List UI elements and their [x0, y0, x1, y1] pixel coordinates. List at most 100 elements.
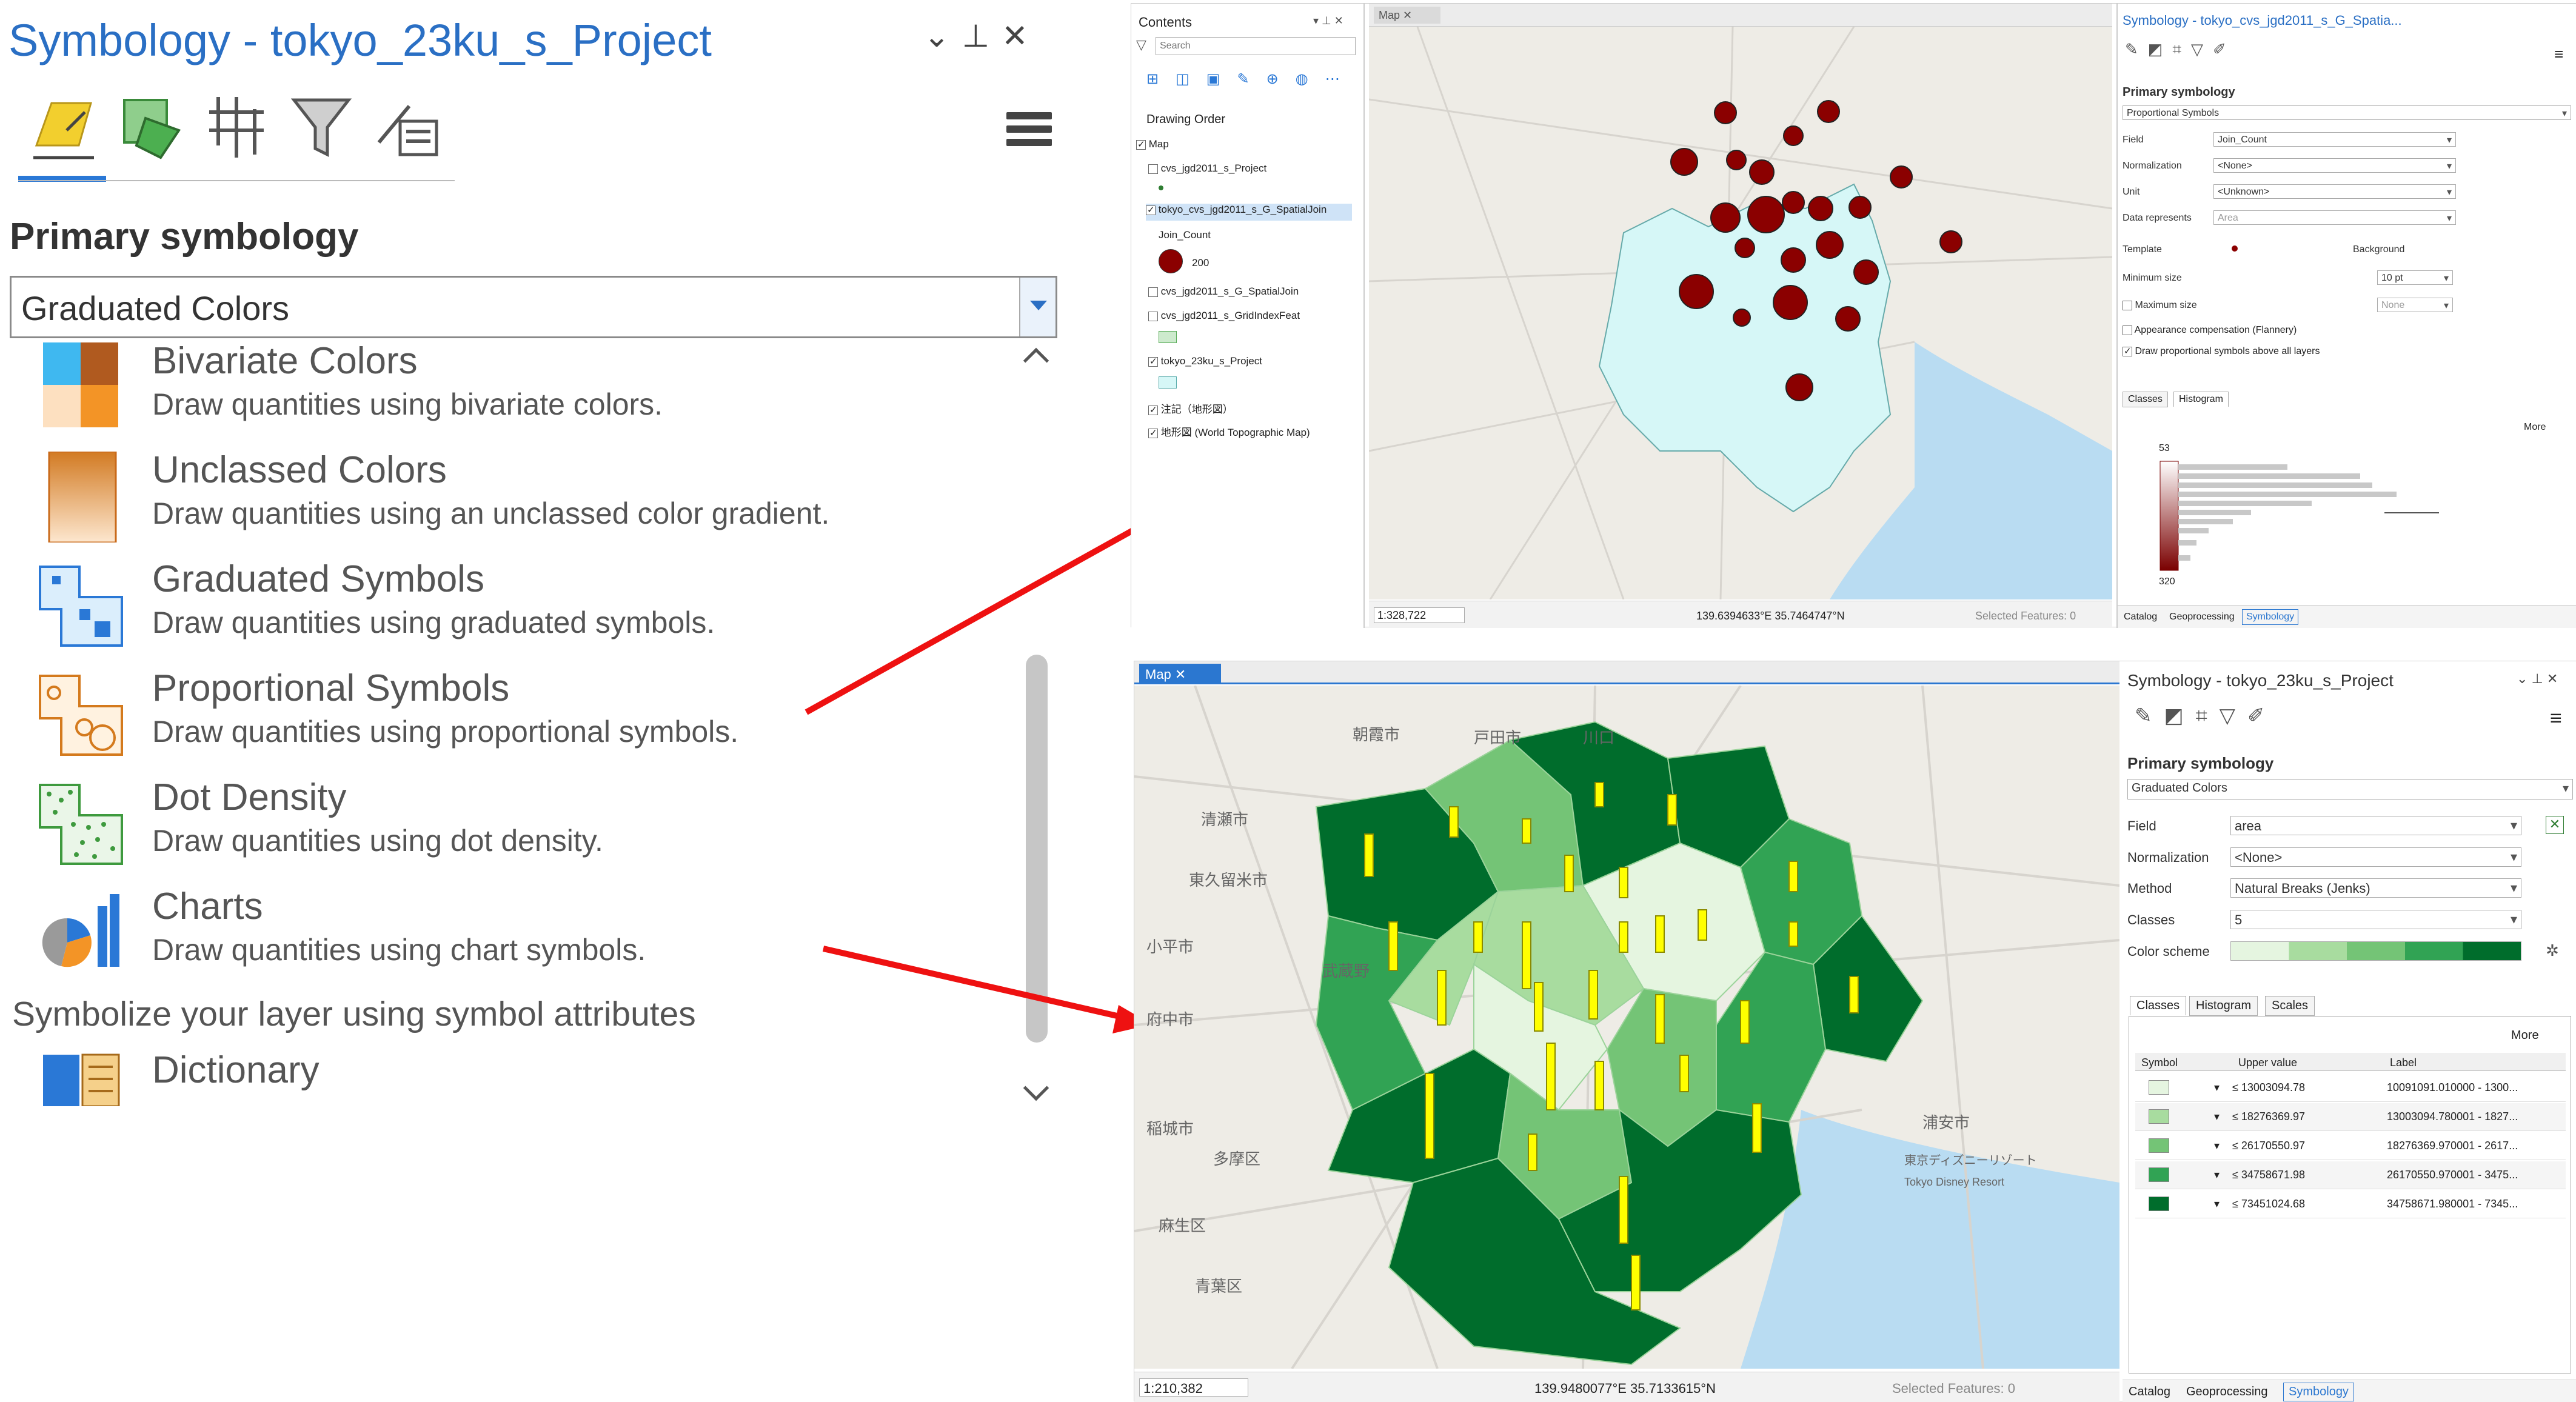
template-symbol[interactable]	[2232, 245, 2238, 252]
field-dropdown[interactable]: Join_Count	[2213, 132, 2456, 147]
menu-icon[interactable]: ≡	[2554, 45, 2563, 64]
scale-input[interactable]: 1:328,722	[1374, 607, 1465, 623]
classes-dropdown[interactable]: 5	[2230, 910, 2521, 929]
class-label[interactable]: 13003094.780001 - 1827...	[2387, 1110, 2518, 1123]
max-size-input[interactable]: None	[2377, 298, 2453, 312]
class-row[interactable]: ▾ ≤ 26170550.97 18276369.970001 - 2617...	[2135, 1132, 2566, 1160]
normalization-dropdown[interactable]: <None>	[2230, 847, 2521, 867]
primary-symbology-tab-icon[interactable]	[24, 88, 103, 167]
menu-icon[interactable]	[1006, 112, 1052, 155]
footer-tab-catalog[interactable]: Catalog	[2124, 612, 2157, 623]
dropdown-arrow-icon[interactable]	[1019, 278, 1055, 336]
map-view-bottom[interactable]: Map ✕ 朝霞市 戸田市 川口 清瀬市 東久留米市 小平市 武蔵野 府中市 稲…	[1134, 661, 2119, 1402]
field-dropdown[interactable]: area	[2230, 816, 2521, 835]
upper-value[interactable]: 34758671.98	[2241, 1169, 2305, 1181]
pane-controls[interactable]: ▾ ⊥ ✕	[1313, 15, 1343, 27]
list-item-bivariate-colors[interactable]: Bivariate Colors Draw quantities using b…	[10, 339, 1004, 449]
class-label[interactable]: 26170550.970001 - 3475...	[2387, 1169, 2518, 1181]
gear-icon[interactable]: ✲	[2546, 941, 2559, 960]
yellow-bar	[1522, 818, 1531, 844]
scale-input[interactable]: 1:210,382	[1139, 1378, 1248, 1397]
layer-spatialjoin[interactable]: cvs_jgd2011_s_G_SpatialJoin	[1148, 285, 1299, 298]
upper-value[interactable]: 26170550.97	[2241, 1140, 2305, 1152]
close-icon[interactable]: ✕	[997, 18, 1033, 55]
upper-value[interactable]: 13003094.78	[2241, 1081, 2305, 1093]
col-symbol[interactable]: Symbol	[2141, 1057, 2178, 1069]
method-dropdown[interactable]: Natural Breaks (Jenks)	[2230, 878, 2521, 898]
layer-map[interactable]: Map	[1136, 138, 1169, 150]
class-row[interactable]: ▾ ≤ 18276369.97 13003094.780001 - 1827...	[2135, 1103, 2566, 1131]
class-label[interactable]: 10091091.010000 - 1300...	[2387, 1081, 2518, 1094]
class-label[interactable]: 18276369.970001 - 2617...	[2387, 1140, 2518, 1152]
class-symbol-swatch[interactable]	[2149, 1109, 2169, 1124]
footer-tab-geoprocessing[interactable]: Geoprocessing	[2169, 612, 2235, 623]
symbology-type-dropdown[interactable]: Proportional Symbols	[2123, 105, 2571, 120]
class-row[interactable]: ▾ ≤ 73451024.68 34758671.980001 - 7345...	[2135, 1190, 2566, 1218]
min-size-input[interactable]: 10 pt	[2377, 270, 2453, 285]
map-tab[interactable]: Map ✕	[1139, 664, 1221, 684]
pane-controls[interactable]: ⌄ ⊥ ✕	[2517, 671, 2558, 687]
symbology-type-dropdown[interactable]: Graduated Colors	[2127, 779, 2573, 799]
class-symbol-swatch[interactable]	[2149, 1197, 2169, 1211]
class-symbol-swatch[interactable]	[2149, 1167, 2169, 1182]
tab-classes[interactable]: Classes	[2123, 392, 2168, 407]
dot-density-icon	[37, 779, 125, 870]
dropdown-value: Graduated Colors	[21, 289, 290, 327]
pin-icon[interactable]: ⊥	[957, 18, 994, 55]
item-name: Dictionary	[152, 1049, 319, 1091]
class-symbol-swatch[interactable]	[2149, 1138, 2169, 1153]
upper-value[interactable]: 73451024.68	[2241, 1198, 2305, 1210]
layer-tokyo-project[interactable]: tokyo_23ku_s_Project	[1148, 355, 1262, 367]
svg-text:稲城市: 稲城市	[1146, 1120, 1194, 1138]
tab-histogram[interactable]: Histogram	[2189, 996, 2258, 1016]
contents-toolbar[interactable]: ⊞◫▣✎⊕◍⋯	[1146, 70, 1357, 88]
chevron-down-icon[interactable]: ⌄	[918, 18, 955, 55]
map-tab[interactable]: Map ✕	[1374, 7, 1440, 24]
data-represents-dropdown[interactable]: Area	[2213, 210, 2456, 225]
layer-cvs-project[interactable]: cvs_jgd2011_s_Project	[1148, 162, 1266, 175]
class-symbol-swatch[interactable]	[2149, 1080, 2169, 1095]
symbol-layer-drawing-tab-icon[interactable]	[197, 88, 276, 167]
yellow-bar	[1667, 794, 1677, 826]
unit-dropdown[interactable]: <Unknown>	[2213, 184, 2456, 199]
layer-annotation[interactable]: 注記（地形図）	[1148, 401, 1233, 416]
vary-symbology-tab-icon[interactable]	[112, 88, 191, 167]
class-row[interactable]: ▾ ≤ 34758671.98 26170550.970001 - 3475...	[2135, 1161, 2566, 1189]
color-scheme-dropdown[interactable]	[2230, 941, 2521, 961]
col-upper-value[interactable]: Upper value	[2238, 1057, 2297, 1069]
tab-scales[interactable]: Scales	[2265, 996, 2315, 1016]
class-label[interactable]: 34758671.980001 - 7345...	[2387, 1198, 2518, 1210]
map-view-top[interactable]: Map ✕ 1:328,722 139.6394633°E 35.7464747…	[1369, 4, 2112, 628]
draw-above-checkbox[interactable]: Draw proportional symbols above all laye…	[2123, 345, 2320, 357]
footer-tab-symbology[interactable]: Symbology	[2242, 609, 2299, 625]
scroll-up-icon[interactable]	[1023, 347, 1049, 374]
symbology-tab-icons[interactable]: ✎◩⌗▽✐	[2135, 704, 2277, 728]
symbology-tab-icons[interactable]: ✎◩⌗▽✐	[2125, 40, 2236, 59]
filter-icon[interactable]: ▽	[1136, 37, 1146, 53]
upper-value[interactable]: 18276369.97	[2241, 1110, 2305, 1123]
layer-gridindex[interactable]: cvs_jgd2011_s_GridIndexFeat	[1148, 310, 1300, 322]
col-label[interactable]: Label	[2390, 1057, 2417, 1069]
yellow-bar	[1388, 921, 1398, 971]
symbology-type-dropdown[interactable]: Graduated Colors	[10, 276, 1057, 338]
footer-tab-catalog[interactable]: Catalog	[2129, 1385, 2170, 1399]
expression-icon[interactable]: ✕	[2546, 816, 2564, 834]
layer-basemap[interactable]: 地形図 (World Topographic Map)	[1148, 424, 1310, 439]
layer-spatialjoin-selected[interactable]: tokyo_cvs_jgd2011_s_G_SpatialJoin	[1146, 204, 1352, 221]
tab-classes[interactable]: Classes	[2130, 996, 2187, 1015]
more-menu[interactable]: More	[2524, 422, 2546, 433]
map-canvas[interactable]	[1369, 27, 2112, 599]
more-menu[interactable]: More	[2511, 1029, 2539, 1043]
class-row[interactable]: ▾ ≤ 13003094.78 10091091.010000 - 1300...	[2135, 1074, 2566, 1102]
footer-tab-geoprocessing[interactable]: Geoprocessing	[2186, 1385, 2268, 1399]
label-class-tab-icon[interactable]	[367, 88, 446, 167]
filter-icon[interactable]	[282, 88, 361, 167]
data-represents-label: Data represents	[2123, 213, 2192, 223]
menu-icon[interactable]: ≡	[2550, 707, 2562, 730]
contents-search-input[interactable]	[1156, 37, 1356, 55]
normalization-dropdown[interactable]: <None>	[2213, 158, 2456, 173]
appearance-compensation-checkbox[interactable]: Appearance compensation (Flannery)	[2123, 325, 2297, 336]
footer-tab-symbology[interactable]: Symbology	[2283, 1383, 2354, 1401]
map-canvas[interactable]: 朝霞市 戸田市 川口 清瀬市 東久留米市 小平市 武蔵野 府中市 稲城市 多摩区…	[1134, 686, 2119, 1369]
tab-histogram[interactable]: Histogram	[2173, 392, 2229, 407]
